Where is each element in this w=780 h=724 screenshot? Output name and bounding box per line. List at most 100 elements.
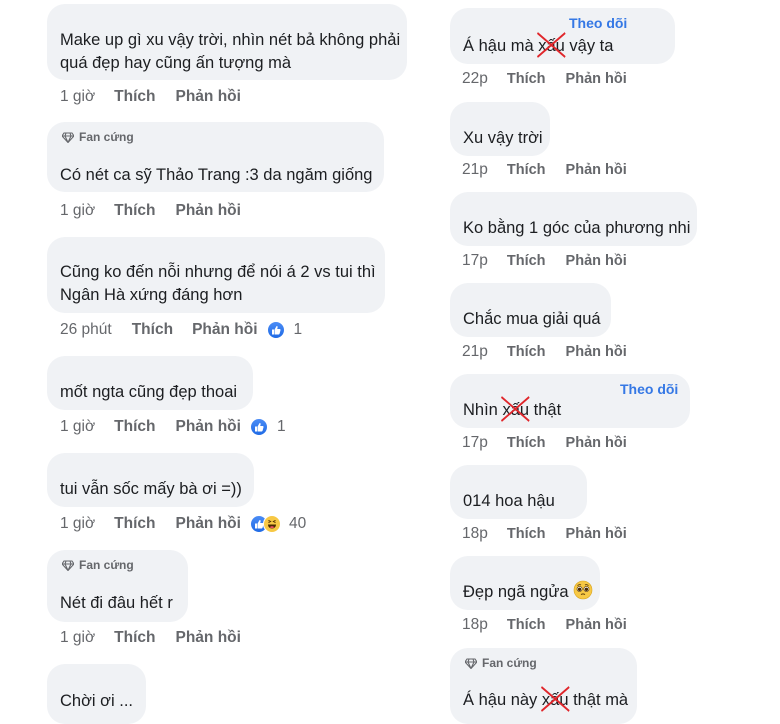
comment-text-line: Make up gì xu vậy trời, nhìn nét bả khôn…	[60, 31, 401, 49]
reaction-count: 1	[276, 418, 286, 435]
reaction-summary[interactable]: 1	[249, 418, 286, 436]
reply-button[interactable]: Phản hồi	[566, 435, 627, 451]
comment-text-line: tui vẫn sốc mấy bà ơi =))	[60, 480, 242, 498]
comment-meta: 1 giờ Thích Phản hồi	[60, 202, 241, 220]
comment-text-line: Chời ơi ...	[60, 692, 133, 710]
comment-bubble[interactable]: Fan cứng Á hậu này xấu thật mà	[450, 648, 637, 724]
red-cross-mark	[501, 396, 531, 422]
left-comment-column: Make up gì xu vậy trời, nhìn nét bả khôn…	[0, 0, 420, 724]
reply-button[interactable]: Phản hồi	[566, 344, 627, 360]
red-cross-mark	[537, 32, 566, 58]
comment-text-line: Có nét ca sỹ Thảo Trang :3 da ngăm giống	[60, 166, 373, 184]
comment-text: Chắc mua giải quá	[463, 310, 601, 328]
comment-text-line: mốt ngta cũng đẹp thoai	[60, 383, 238, 401]
comment-text-line: quá đẹp hay cũng ấn tượng mà	[60, 54, 292, 72]
like-button[interactable]: Thích	[132, 321, 173, 339]
comment-meta: 18p Thích Phản hồi	[462, 525, 627, 543]
struck-word: xấu	[537, 32, 566, 58]
comment-bubble[interactable]: mốt ngta cũng đẹp thoai	[47, 356, 253, 410]
comment-time: 22p	[462, 70, 488, 87]
like-button[interactable]: Thích	[507, 253, 546, 269]
reply-button[interactable]: Phản hồi	[176, 418, 241, 436]
reaction-summary[interactable]: 1	[266, 321, 303, 339]
comment-meta: 21p Thích Phản hồi	[462, 161, 627, 179]
comment-meta: 26 phút Thích Phản hồi 1	[60, 321, 302, 339]
reply-button[interactable]: Phản hồi	[566, 162, 627, 178]
comment-time: 1 giờ	[60, 515, 96, 532]
comment-text: Đẹp ngã ngửa	[463, 580, 593, 604]
fan-badge: Fan cứng	[62, 130, 134, 144]
reply-button[interactable]: Phản hồi	[176, 202, 241, 220]
comment-time: 18p	[462, 616, 488, 633]
pleading-face-icon	[573, 580, 593, 600]
comment-time: 1 giờ	[60, 202, 96, 219]
reaction-summary[interactable]: 40	[249, 515, 307, 533]
reply-button[interactable]: Phản hồi	[176, 515, 241, 533]
follow-button[interactable]: Theo dõi	[569, 15, 627, 31]
like-button[interactable]: Thích	[114, 418, 155, 436]
comment-bubble[interactable]: Chời ơi ...	[47, 664, 146, 724]
like-button[interactable]: Thích	[114, 629, 155, 647]
fan-badge: Fan cứng	[62, 558, 134, 572]
comment-text-line: Ngân Hà xứng đáng hơn	[60, 286, 243, 304]
comment-text-line: Cũng ko đến nỗi nhưng để nói á 2 vs tui …	[60, 263, 376, 281]
like-button[interactable]: Thích	[114, 88, 155, 106]
comment-time: 1 giờ	[60, 88, 96, 105]
reply-button[interactable]: Phản hồi	[566, 71, 627, 87]
comment-meta: 1 giờ Thích Phản hồi	[60, 88, 241, 106]
comment-text: Á hậu này xấu thật mà	[463, 686, 628, 712]
reply-button[interactable]: Phản hồi	[566, 526, 627, 542]
follow-button[interactable]: Theo dõi	[620, 381, 678, 397]
comment-bubble[interactable]: Make up gì xu vậy trời, nhìn nét bả khôn…	[47, 4, 407, 80]
reply-button[interactable]: Phản hồi	[176, 629, 241, 647]
comment-bubble[interactable]: Theo dõi Á hậu mà xấu vậy ta	[450, 8, 675, 64]
right-comment-column: Theo dõi Á hậu mà xấu vậy ta 22p Thích P…	[440, 0, 780, 724]
comment-meta: 18p Thích Phản hồi	[462, 616, 627, 634]
haha-reaction-icon	[262, 515, 281, 533]
comment-meta: 1 giờ Thích Phản hồi 40	[60, 515, 306, 533]
like-button[interactable]: Thích	[507, 435, 546, 451]
reply-button[interactable]: Phản hồi	[176, 88, 241, 106]
red-cross-mark	[540, 686, 570, 712]
comment-bubble[interactable]: Theo dõi Nhìn xấu thật	[450, 374, 690, 428]
comment-bubble[interactable]: tui vẫn sốc mấy bà ơi =))	[47, 453, 254, 507]
diamond-icon	[62, 559, 74, 571]
comment-meta: 17p Thích Phản hồi	[462, 252, 627, 270]
comment-text: Xu vậy trời	[463, 129, 543, 147]
comment-text: Nhìn xấu thật	[463, 396, 561, 422]
comment-bubble[interactable]: Fan cứng Có nét ca sỹ Thảo Trang :3 da n…	[47, 122, 384, 192]
like-button[interactable]: Thích	[507, 526, 546, 542]
fan-badge-label: Fan cứng	[482, 656, 537, 670]
reaction-count: 40	[288, 515, 307, 532]
reply-button[interactable]: Phản hồi	[566, 253, 627, 269]
comment-bubble[interactable]: 014 hoa hậu	[450, 465, 587, 519]
comment-bubble[interactable]: Fan cứng Nét đi đâu hết r	[47, 550, 188, 622]
comment-meta: 1 giờ Thích Phản hồi 1	[60, 418, 286, 436]
like-button[interactable]: Thích	[507, 617, 546, 633]
comment-bubble[interactable]: Xu vậy trời	[450, 102, 550, 156]
like-button[interactable]: Thích	[114, 515, 155, 533]
comment-time: 26 phút	[60, 321, 112, 338]
reply-button[interactable]: Phản hồi	[566, 617, 627, 633]
like-reaction-icon	[266, 321, 285, 339]
like-button[interactable]: Thích	[507, 344, 546, 360]
comment-time: 21p	[462, 161, 488, 178]
comment-text: Ko bằng 1 góc của phương nhi	[463, 219, 691, 237]
like-button[interactable]: Thích	[507, 162, 546, 178]
comment-bubble[interactable]: Cũng ko đến nỗi nhưng để nói á 2 vs tui …	[47, 237, 385, 313]
comment-bubble[interactable]: Chắc mua giải quá	[450, 283, 611, 337]
reply-button[interactable]: Phản hồi	[192, 321, 257, 339]
comment-time: 1 giờ	[60, 418, 96, 435]
like-reaction-icon	[249, 418, 268, 436]
reaction-count: 1	[293, 321, 303, 338]
like-button[interactable]: Thích	[114, 202, 155, 220]
comment-time: 17p	[462, 252, 488, 269]
comment-text-line: Nét đi đâu hết r	[60, 594, 173, 612]
comment-meta: 17p Thích Phản hồi	[462, 434, 627, 452]
comment-bubble[interactable]: Ko bằng 1 góc của phương nhi	[450, 192, 697, 246]
like-button[interactable]: Thích	[507, 71, 546, 87]
comment-time: 17p	[462, 434, 488, 451]
comment-time: 18p	[462, 525, 488, 542]
comment-bubble[interactable]: Đẹp ngã ngửa	[450, 556, 600, 610]
comment-text: 014 hoa hậu	[463, 492, 555, 510]
